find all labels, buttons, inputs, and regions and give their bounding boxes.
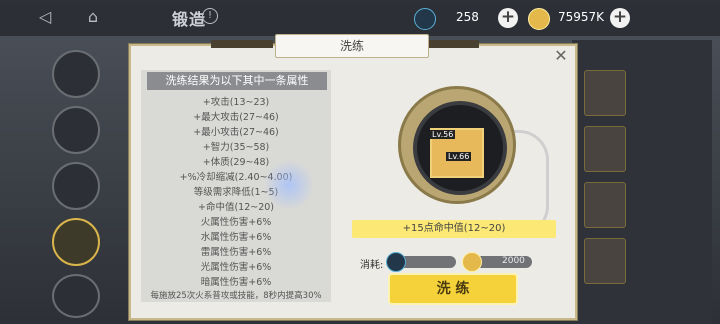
item-slot[interactable] — [584, 70, 626, 116]
gem-icon — [414, 8, 436, 30]
attribute-item: 水属性伤害+6% — [200, 232, 272, 243]
attribute-item: +最大攻击(27~46) — [193, 112, 279, 123]
gold-coin-icon — [462, 252, 482, 272]
gem-value: 258 — [456, 10, 479, 24]
title-ornament-left — [211, 40, 273, 48]
attribute-item: 暗属性伤害+6% — [200, 277, 272, 288]
refine-button[interactable]: 洗 练 — [388, 273, 518, 305]
attribute-item: 火属性伤害+6% — [200, 217, 272, 228]
attribute-item: +智力(35~58) — [202, 142, 270, 153]
back-icon[interactable]: ◁ — [34, 6, 56, 28]
side-tab-refine[interactable] — [52, 218, 100, 266]
side-tab-1[interactable] — [52, 50, 100, 98]
attribute-item: +攻击(13~23) — [202, 97, 270, 108]
top-bar: ◁ ⌂ 锻造 ! 258 + 75957K + — [0, 0, 720, 36]
gold-cost-value: 2000 — [502, 256, 525, 266]
close-icon[interactable]: ✕ — [553, 48, 569, 64]
refine-result: +15点命中值(12~20) — [352, 220, 556, 238]
side-tab-3[interactable] — [52, 162, 100, 210]
item-slot[interactable] — [584, 238, 626, 284]
add-gem-button[interactable]: + — [498, 8, 518, 28]
attribute-item: 雷属性伤害+6% — [200, 247, 272, 258]
glow-effect — [264, 160, 314, 210]
cost-label: 消耗: — [360, 260, 384, 271]
dialog-title-bar: 洗练 — [205, 34, 479, 58]
info-icon[interactable]: ! — [202, 8, 218, 24]
attribute-item: 每施放25次火系普攻或技能，8秒内提高30% — [150, 291, 322, 301]
gold-coin-icon — [528, 8, 550, 30]
item-level-back: Lv.56 — [430, 130, 456, 139]
home-icon[interactable]: ⌂ — [82, 6, 104, 28]
item-level-front: Lv.66 — [446, 152, 472, 161]
item-slot[interactable] — [584, 126, 626, 172]
gem-icon — [386, 252, 406, 272]
attribute-item: +最小攻击(27~46) — [193, 127, 279, 138]
dialog-title: 洗练 — [275, 34, 429, 58]
side-tab-2[interactable] — [52, 106, 100, 154]
gold-resource: 75957K + — [528, 8, 640, 30]
attribute-list-header: 洗练结果为以下其中一条属性 — [147, 72, 327, 90]
side-tab-5[interactable] — [52, 274, 100, 318]
page-title: 锻造 — [172, 10, 207, 29]
gold-value: 75957K — [558, 10, 605, 24]
add-gold-button[interactable]: + — [610, 8, 630, 28]
right-item-panel — [572, 40, 712, 324]
attribute-item: 光属性伤害+6% — [200, 262, 272, 273]
item-slot[interactable] — [584, 182, 626, 228]
gem-resource: 258 + — [414, 8, 524, 30]
